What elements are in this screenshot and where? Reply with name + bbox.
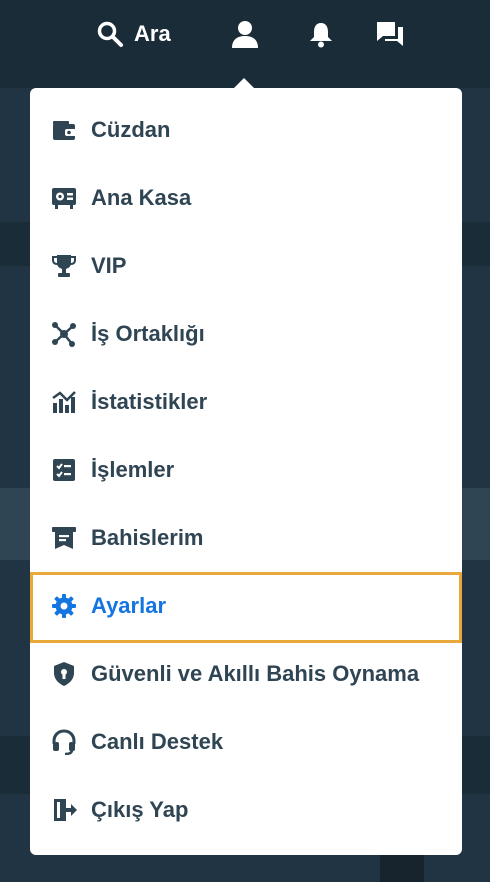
- menu-item-vip[interactable]: VIP: [30, 232, 462, 300]
- user-button[interactable]: [230, 16, 260, 52]
- background-column: [380, 855, 424, 882]
- bell-icon: [307, 20, 335, 48]
- menu-item-logout[interactable]: Çıkış Yap: [30, 776, 462, 844]
- user-menu: Cüzdan Ana Kasa VIP İş Ortaklığı İstatis…: [30, 88, 462, 855]
- menu-item-live-support[interactable]: Canlı Destek: [30, 708, 462, 776]
- menu-item-affiliate[interactable]: İş Ortaklığı: [30, 300, 462, 368]
- menu-item-label: Çıkış Yap: [91, 797, 189, 822]
- bets-icon: [51, 525, 77, 551]
- menu-item-label: Güvenli ve Akıllı Bahis Oynama: [91, 661, 420, 686]
- chat-icon: [375, 19, 405, 49]
- menu-item-label: VIP: [91, 253, 127, 278]
- menu-item-label: Canlı Destek: [91, 729, 224, 754]
- shield-icon: [51, 661, 77, 687]
- wallet-icon: [51, 117, 77, 143]
- transactions-icon: [51, 457, 77, 483]
- search-label: Ara: [134, 21, 171, 46]
- trophy-icon: [51, 253, 77, 279]
- menu-item-label: Bahislerim: [91, 525, 204, 550]
- menu-item-label: Ana Kasa: [91, 185, 192, 210]
- menu-item-label: İş Ortaklığı: [91, 321, 205, 346]
- vault-icon: [51, 185, 77, 211]
- menu-item-vault[interactable]: Ana Kasa: [30, 164, 462, 232]
- chat-button[interactable]: [375, 16, 405, 52]
- user-icon: [230, 19, 260, 49]
- search-button[interactable]: Ara: [96, 16, 171, 52]
- menu-item-settings[interactable]: Ayarlar: [30, 572, 462, 640]
- menu-item-bets[interactable]: Bahislerim: [30, 504, 462, 572]
- settings-icon: [51, 593, 77, 619]
- search-icon: [96, 20, 124, 48]
- affiliate-icon: [51, 321, 77, 347]
- menu-item-statistics[interactable]: İstatistikler: [30, 368, 462, 436]
- menu-item-responsible-gambling[interactable]: Güvenli ve Akıllı Bahis Oynama: [30, 640, 462, 708]
- statistics-icon: [51, 389, 77, 415]
- menu-item-label: Ayarlar: [91, 593, 167, 618]
- headset-icon: [51, 729, 77, 755]
- menu-item-label: Cüzdan: [91, 117, 171, 142]
- notifications-button[interactable]: [307, 16, 335, 52]
- menu-item-label: İşlemler: [91, 457, 175, 482]
- menu-item-wallet[interactable]: Cüzdan: [30, 96, 462, 164]
- menu-item-label: İstatistikler: [91, 389, 208, 414]
- menu-item-transactions[interactable]: İşlemler: [30, 436, 462, 504]
- logout-icon: [51, 797, 77, 823]
